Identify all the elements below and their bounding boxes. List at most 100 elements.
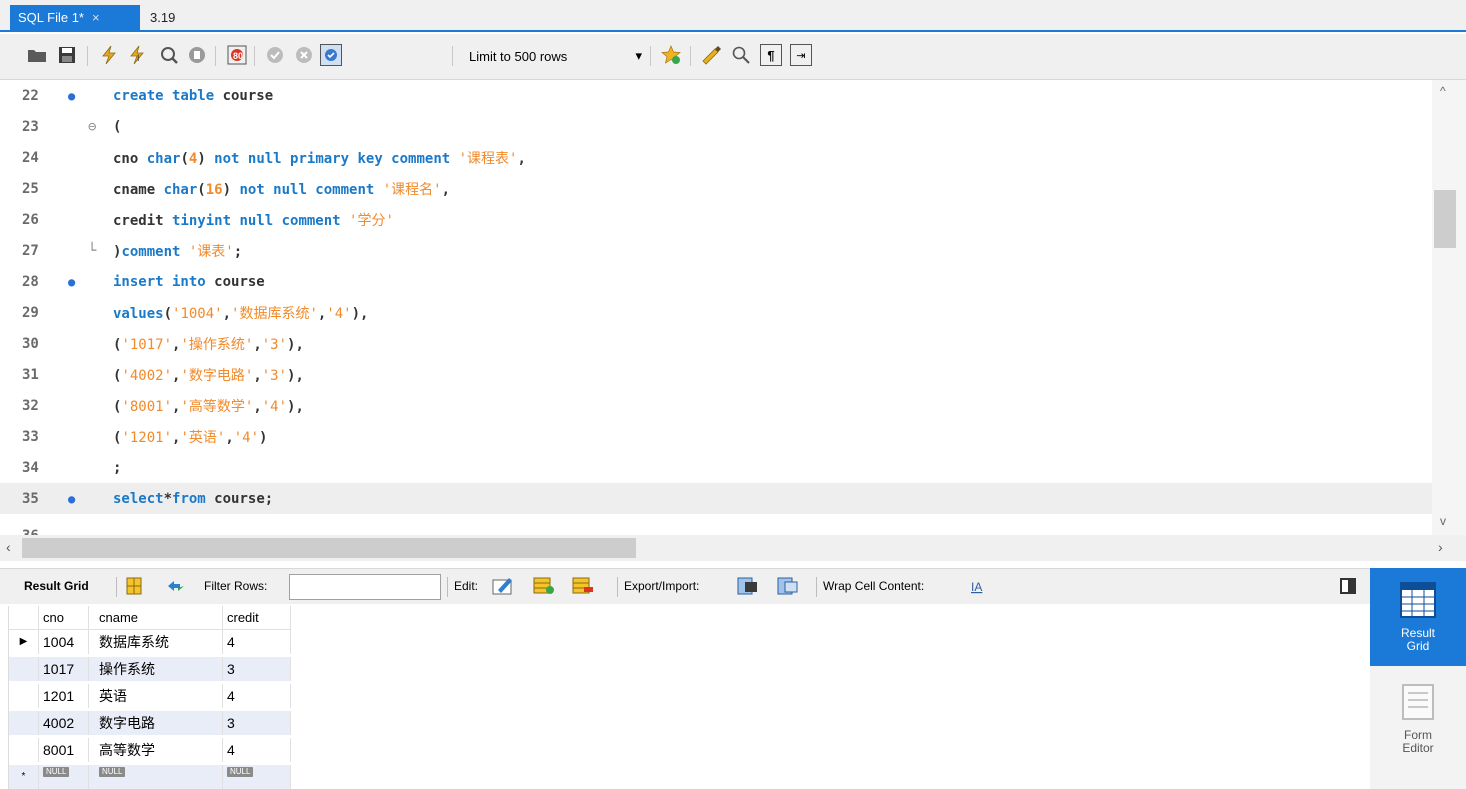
row-selector bbox=[9, 684, 39, 708]
code-token: '3' bbox=[261, 367, 288, 384]
scroll-down-icon[interactable]: v bbox=[1440, 514, 1446, 528]
code-token: '操作系统' bbox=[180, 336, 254, 353]
tab-sql-file-1[interactable]: SQL File 1* × bbox=[10, 5, 140, 30]
column-header-cname[interactable]: cname bbox=[89, 606, 223, 630]
code-line[interactable]: 28 ● insert into course bbox=[0, 266, 1432, 297]
toggle-error-icon[interactable]: 80 bbox=[226, 44, 248, 66]
delete-row-icon[interactable] bbox=[572, 576, 594, 596]
form-editor-view-button[interactable]: Form Editor bbox=[1370, 670, 1466, 768]
code-line[interactable]: 26 credit tinyint null comment '学分' bbox=[0, 204, 1432, 235]
limit-rows-select[interactable]: Limit to 500 rows ▾ bbox=[463, 45, 648, 67]
fold-marker-icon[interactable]: ⊖ bbox=[88, 119, 96, 135]
code-line[interactable]: 31 ('4002','数字电路','3'), bbox=[0, 359, 1432, 390]
cell-cno[interactable]: 1017 bbox=[39, 657, 89, 681]
cell-cno[interactable]: 1201 bbox=[39, 684, 89, 708]
new-row-placeholder[interactable]: * NULL NULL NULL bbox=[9, 765, 291, 789]
cell-credit[interactable]: 3 bbox=[223, 657, 291, 681]
scrollbar-thumb[interactable] bbox=[22, 538, 636, 558]
cell-cno[interactable]: 8001 bbox=[39, 738, 89, 762]
beautify-icon[interactable] bbox=[700, 44, 722, 66]
execute-icon[interactable] bbox=[98, 44, 120, 66]
sql-editor[interactable]: 22 ● create table course 23 ⊖ (24 cno char(4) … bbox=[0, 80, 1432, 535]
code-line[interactable]: 29 values('1004','数据库系统','4'), bbox=[0, 297, 1432, 328]
grid-layout-icon[interactable] bbox=[126, 577, 142, 595]
editor-vertical-scrollbar[interactable]: ^ v bbox=[1432, 80, 1466, 535]
code-text: cname char(16) not null comment '课程名', bbox=[113, 179, 450, 199]
column-header-credit[interactable]: credit bbox=[223, 606, 291, 630]
line-number: 22 bbox=[22, 87, 39, 104]
cell-credit[interactable]: 4 bbox=[223, 684, 291, 708]
code-line[interactable]: 35 ● select*from course; bbox=[0, 483, 1432, 514]
edit-cell-icon[interactable] bbox=[492, 576, 514, 596]
panel-toggle-icon[interactable] bbox=[1340, 578, 1356, 594]
rollback-icon[interactable] bbox=[293, 44, 315, 66]
column-header-cno[interactable]: cno bbox=[39, 606, 89, 630]
code-token: ( bbox=[163, 305, 173, 322]
commit-icon[interactable] bbox=[264, 44, 286, 66]
execute-current-icon[interactable]: I bbox=[126, 44, 148, 66]
wrap-cell-icon[interactable]: IA bbox=[970, 578, 986, 594]
filter-rows-input[interactable] bbox=[289, 574, 441, 600]
refresh-icon[interactable] bbox=[166, 577, 186, 595]
form-editor-view-label: Form Editor bbox=[1402, 728, 1434, 755]
close-icon[interactable]: × bbox=[92, 5, 100, 30]
cell-cname[interactable]: 英语 bbox=[89, 684, 223, 708]
table-row[interactable]: ▶ 1004 数据库系统 4 bbox=[9, 630, 291, 654]
code-token: '数字电路' bbox=[180, 367, 254, 384]
null-cell[interactable]: NULL bbox=[89, 765, 223, 789]
code-line[interactable]: 33 ('1201','英语','4') bbox=[0, 421, 1432, 452]
cell-cname[interactable]: 操作系统 bbox=[89, 657, 223, 681]
scroll-right-icon[interactable]: › bbox=[1438, 539, 1443, 555]
save-icon[interactable] bbox=[56, 44, 78, 66]
table-row[interactable]: 8001 高等数学 4 bbox=[9, 738, 291, 762]
scroll-left-icon[interactable]: ‹ bbox=[6, 539, 11, 555]
wrap-icon[interactable]: ⇥ bbox=[790, 44, 812, 66]
editor-horizontal-scrollbar[interactable]: ‹ › bbox=[0, 535, 1466, 561]
result-grid[interactable]: cno cname credit ▶ 1004 数据库系统 4 1017 操作系统 3 120… bbox=[8, 606, 291, 789]
scrollbar-thumb[interactable] bbox=[1434, 190, 1456, 248]
cell-cname[interactable]: 数据库系统 bbox=[89, 630, 223, 654]
form-editor-icon bbox=[1402, 684, 1434, 720]
autocommit-icon[interactable] bbox=[320, 44, 342, 66]
code-line[interactable]: 24 cno char(4) not null primary key comme… bbox=[0, 142, 1432, 173]
tab-3-19[interactable]: 3.19 bbox=[142, 5, 202, 30]
code-line[interactable]: 34; bbox=[0, 452, 1432, 483]
open-folder-icon[interactable] bbox=[26, 44, 48, 66]
cell-credit[interactable]: 4 bbox=[223, 630, 291, 654]
cell-cname[interactable]: 高等数学 bbox=[89, 738, 223, 762]
cell-cno[interactable]: 4002 bbox=[39, 711, 89, 735]
result-grid-view-button[interactable]: Result Grid bbox=[1370, 568, 1466, 666]
code-line[interactable]: 25 cname char(16) not null comment '课程名', bbox=[0, 173, 1432, 204]
insert-row-icon[interactable] bbox=[533, 576, 555, 596]
code-line[interactable]: 27 └)comment '课表'; bbox=[0, 235, 1432, 266]
code-line[interactable]: 22 ● create table course bbox=[0, 80, 1432, 111]
bookmark-icon[interactable] bbox=[660, 44, 682, 66]
result-grid-icon bbox=[1400, 582, 1436, 618]
code-line[interactable]: 36 bbox=[0, 520, 1432, 536]
scroll-up-icon[interactable]: ^ bbox=[1440, 84, 1446, 98]
fold-marker-icon[interactable]: └ bbox=[88, 243, 96, 259]
stop-icon[interactable] bbox=[186, 44, 208, 66]
code-line[interactable]: 32 ('8001','高等数学','4'), bbox=[0, 390, 1432, 421]
explain-icon[interactable] bbox=[158, 44, 180, 66]
cell-credit[interactable]: 3 bbox=[223, 711, 291, 735]
cell-cno[interactable]: 1004 bbox=[39, 630, 89, 654]
null-cell[interactable]: NULL bbox=[223, 765, 291, 789]
export-icon[interactable] bbox=[737, 576, 759, 596]
table-row[interactable]: 1201 英语 4 bbox=[9, 684, 291, 708]
cell-cname[interactable]: 数字电路 bbox=[89, 711, 223, 735]
line-number: 35 bbox=[22, 490, 39, 507]
code-token: , bbox=[222, 305, 232, 322]
code-line[interactable]: 23 ⊖ ( bbox=[0, 111, 1432, 142]
code-line[interactable]: 30 ('1017','操作系统','3'), bbox=[0, 328, 1432, 359]
code-token: , bbox=[517, 150, 526, 167]
result-grid-button[interactable]: Result Grid bbox=[24, 579, 89, 593]
import-icon[interactable] bbox=[777, 576, 799, 596]
invisible-chars-icon[interactable]: ¶ bbox=[760, 44, 782, 66]
table-row[interactable]: 1017 操作系统 3 bbox=[9, 657, 291, 681]
table-row[interactable]: 4002 数字电路 3 bbox=[9, 711, 291, 735]
sql-editor-toolbar: I 80 Limit to 500 rows ▾ ¶ ⇥ bbox=[0, 34, 1466, 80]
cell-credit[interactable]: 4 bbox=[223, 738, 291, 762]
null-cell[interactable]: NULL bbox=[39, 765, 89, 789]
find-icon[interactable] bbox=[730, 44, 752, 66]
